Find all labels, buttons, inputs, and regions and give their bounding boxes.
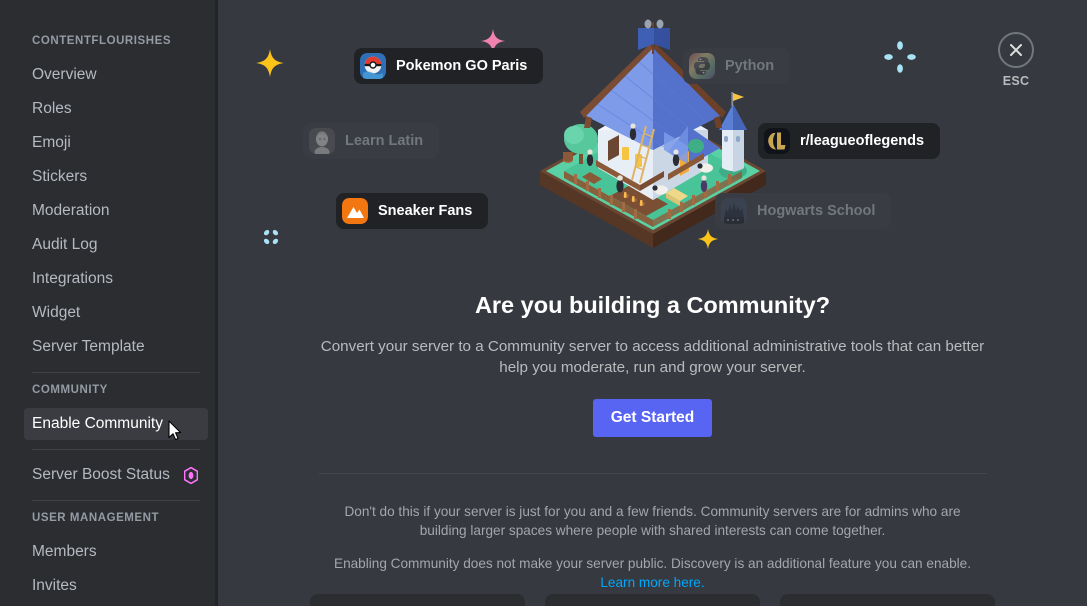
sidebar-item-label: Moderation: [32, 202, 110, 219]
cta-row: Get Started: [246, 399, 1059, 437]
python-logo-icon: [689, 53, 715, 79]
server-chip-label: Sneaker Fans: [378, 203, 473, 219]
page-title: Are you building a Community?: [474, 292, 831, 318]
sidebar-item-moderation[interactable]: Moderation: [24, 195, 208, 227]
settings-sidebar: CONTENTFLOURISHES Overview Roles Emoji Stick…: [0, 0, 218, 606]
server-chip-hogwarts-school: Hogwarts School: [715, 193, 892, 229]
server-chip-sneaker-fans: Sneaker Fans: [336, 193, 489, 229]
sidebar-item-label: Stickers: [32, 168, 88, 185]
sparkle-dots-icon: [263, 229, 279, 245]
community-illustration: Pokemon GO Paris Learn Latin Sneaker Fan…: [218, 0, 1087, 262]
learn-more-link[interactable]: Learn more here.: [600, 575, 704, 590]
sidebar-item-label: Server Boost Status: [32, 466, 170, 483]
sparkle-star-icon: [697, 228, 719, 250]
roman-statue-icon: [309, 128, 335, 154]
pokeball-icon: [360, 53, 386, 79]
bottom-card: [780, 594, 995, 606]
sidebar-item-label: Enable Community: [32, 415, 163, 432]
boost-gem-icon: [184, 466, 198, 484]
sidebar-item-stickers[interactable]: Stickers: [24, 161, 208, 193]
sidebar-item-overview[interactable]: Overview: [24, 59, 208, 91]
sidebar-item-server-template[interactable]: Server Template: [24, 331, 208, 363]
sidebar-item-roles[interactable]: Roles: [24, 93, 208, 125]
bottom-card: [310, 594, 525, 606]
sparkle-star-icon: [256, 49, 284, 77]
sidebar-item-audit-log[interactable]: Audit Log: [24, 229, 208, 261]
sidebar-section-header: USER MANAGEMENT: [32, 512, 160, 524]
server-chip-label: Learn Latin: [345, 133, 424, 149]
footnote-warning: Don't do this if your server is just for…: [344, 504, 961, 538]
sidebar-item-label: Integrations: [32, 270, 113, 287]
sidebar-item-invites[interactable]: Invites: [24, 570, 208, 602]
esc-label: ESC: [1002, 74, 1030, 88]
server-chip-label: r/leagueoflegends: [800, 133, 925, 149]
footnote-discovery-text: Enabling Community does not make your se…: [334, 556, 971, 571]
sidebar-item-label: Overview: [32, 66, 97, 83]
server-chip-label: Python: [725, 58, 775, 74]
enable-community-panel: ESC Pokemon GO Paris Learn Latin Sneaker…: [218, 0, 1087, 606]
sneaker-peak-icon: [342, 198, 368, 224]
get-started-button[interactable]: Get Started: [592, 399, 713, 437]
server-chip-pokemon: Pokemon GO Paris: [354, 48, 544, 84]
server-chip-learn-latin: Learn Latin: [303, 123, 440, 159]
sidebar-item-label: Invites: [32, 577, 77, 594]
sidebar-divider: [32, 372, 200, 373]
hogwarts-castle-icon: [721, 198, 747, 224]
sidebar-item-label: Audit Log: [32, 236, 98, 253]
bottom-cards-row: [218, 594, 1087, 606]
community-intro: Are you building a Community? Convert yo…: [218, 290, 1087, 592]
server-chip-leagueoflegends: r/leagueoflegends: [758, 123, 941, 159]
sidebar-item-label: Server Template: [32, 338, 145, 355]
sidebar-section-header: CONTENTFLOURISHES: [32, 35, 172, 47]
sidebar-item-members[interactable]: Members: [24, 536, 208, 568]
server-chip-label: Pokemon GO Paris: [396, 58, 528, 74]
close-x-icon: [1010, 44, 1022, 56]
sidebar-divider: [32, 500, 200, 501]
sidebar-item-label: Members: [32, 543, 97, 560]
server-chip-label: Hogwarts School: [757, 203, 876, 219]
sidebar-item-label: Emoji: [32, 134, 71, 151]
bottom-card: [545, 594, 760, 606]
sidebar-item-enable-community[interactable]: Enable Community: [24, 408, 208, 440]
sidebar-item-label: Widget: [32, 304, 81, 321]
settings-window: CONTENTFLOURISHES Overview Roles Emoji Stick…: [0, 0, 1087, 606]
server-chip-python: Python: [683, 48, 791, 84]
sidebar-item-server-boost-status[interactable]: Server Boost Status: [24, 459, 208, 491]
sidebar-item-integrations[interactable]: Integrations: [24, 263, 208, 295]
close-icon[interactable]: [998, 32, 1034, 68]
sparkle-dots-icon: [884, 41, 916, 73]
sidebar-divider: [32, 449, 200, 450]
sidebar-item-label: Roles: [32, 100, 72, 117]
sidebar-item-emoji[interactable]: Emoji: [24, 127, 208, 159]
section-divider: [318, 473, 987, 474]
footnote-discovery: Enabling Community does not make your se…: [323, 554, 983, 592]
sidebar-item-widget[interactable]: Widget: [24, 297, 208, 329]
sidebar-section-header: COMMUNITY: [32, 384, 108, 396]
close-button[interactable]: ESC: [987, 32, 1045, 88]
league-legends-icon: [764, 128, 790, 154]
page-subtext: Convert your server to a Community serve…: [320, 338, 985, 376]
